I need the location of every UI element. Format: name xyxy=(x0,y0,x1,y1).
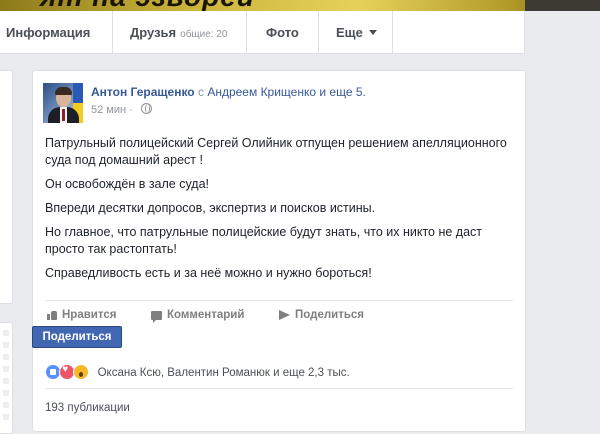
post-paragraph: Патрульный полицейский Сергей Олийник от… xyxy=(45,136,507,167)
post-paragraph: Справедливость есть и за неё можно и нуж… xyxy=(45,266,372,280)
left-column-card xyxy=(0,70,13,304)
post-header: Антон Геращенко с Андреем Крищенко и еще… xyxy=(91,85,366,99)
tab-info[interactable]: Информация xyxy=(6,25,90,40)
reactions-names: Оксана Ксю, Валентин Романюк и еще 2,3 т… xyxy=(97,367,350,379)
post-paragraph: Но главное, что патрульные полицейские б… xyxy=(45,225,483,256)
comment-icon xyxy=(151,311,162,323)
globe-icon[interactable] xyxy=(140,103,152,114)
post-text: Патрульный полицейский Сергей Олийник от… xyxy=(45,135,515,289)
like-button[interactable]: Нравится xyxy=(47,309,116,321)
like-button-label: Нравится xyxy=(62,309,117,321)
author-avatar[interactable] xyxy=(43,83,83,123)
share-popup-button[interactable]: Поделиться xyxy=(32,326,122,348)
thumbs-up-icon xyxy=(47,310,57,320)
tab-divider xyxy=(392,11,393,53)
comment-button-label: Комментарий xyxy=(167,309,245,321)
tab-friends-label: Друзья xyxy=(130,25,177,40)
feed-post: Антон Геращенко с Андреем Крищенко и еще… xyxy=(32,70,526,432)
tab-divider xyxy=(318,11,319,53)
tab-divider xyxy=(112,11,113,53)
wow-reaction-icon xyxy=(73,364,90,380)
tab-friends[interactable]: Друзья общие: 20 xyxy=(130,25,227,40)
reactions-row[interactable]: Оксана Ксю, Валентин Романюк и еще 2,3 т… xyxy=(45,364,350,380)
chevron-down-icon xyxy=(368,30,377,35)
share-button[interactable]: Поделиться xyxy=(279,309,364,321)
share-arrow-icon xyxy=(279,310,290,320)
post-paragraph: Он освобождён в зале суда! xyxy=(45,177,210,191)
dot-separator: · xyxy=(129,104,136,116)
tagged-people-link[interactable]: Андреем Крищенко и еще 5. xyxy=(207,85,366,99)
shares-count-link[interactable]: 193 публикации xyxy=(45,402,130,414)
post-meta: 52 мин · xyxy=(91,103,152,116)
comment-button[interactable]: Комментарий xyxy=(151,309,245,323)
cover-photo-strip: ят на эзвореи xyxy=(0,0,600,11)
tab-more[interactable]: Еще xyxy=(336,25,377,40)
left-column-placeholder xyxy=(3,330,9,420)
post-timestamp[interactable]: 52 мин xyxy=(91,104,126,116)
divider xyxy=(45,388,513,389)
with-label: с xyxy=(197,85,204,99)
divider xyxy=(45,300,513,301)
author-name-link[interactable]: Антон Геращенко xyxy=(91,85,195,99)
cover-text: ят на эзвореи xyxy=(40,0,255,11)
tab-friends-count: общие: 20 xyxy=(180,29,228,40)
tab-divider xyxy=(246,11,247,53)
tab-more-label: Еще xyxy=(336,25,363,40)
profile-tabs: Информация Друзья общие: 20 Фото Еще xyxy=(0,11,525,54)
post-paragraph: Впереди десятки допросов, экспертиз и по… xyxy=(45,201,376,215)
share-button-label: Поделиться xyxy=(295,309,365,321)
cover-dark-edge xyxy=(525,0,600,11)
tab-photo[interactable]: Фото xyxy=(266,25,299,40)
